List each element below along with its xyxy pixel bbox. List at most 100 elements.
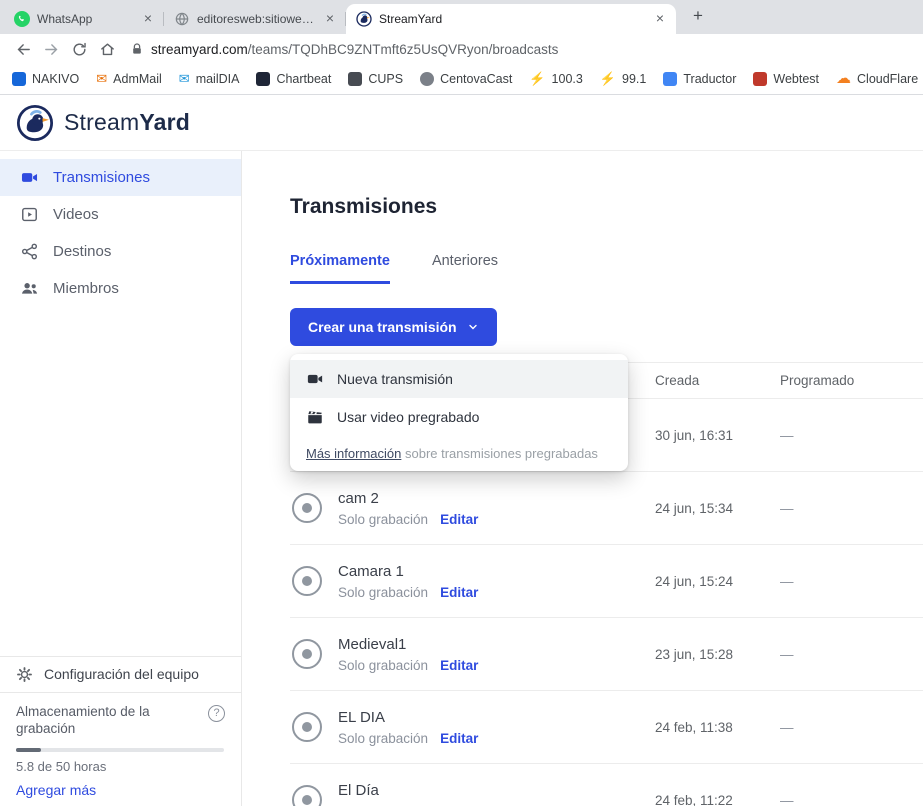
table-row[interactable]: Medieval1 Solo grabaciónEditar 23 jun, 1… (290, 617, 923, 690)
created-cell: 30 jun, 16:31 (655, 428, 780, 443)
broadcast-subtitle: Solo grabación (338, 512, 428, 527)
table-row[interactable]: Camara 1 Solo grabaciónEditar 24 jun, 15… (290, 544, 923, 617)
edit-link[interactable]: Editar (440, 512, 478, 527)
bookmark-maildia[interactable]: ✉mailDIA (179, 72, 240, 86)
edit-link[interactable]: Editar (440, 658, 478, 673)
bookmark-label: 99.1 (622, 72, 646, 86)
browser-tab-eldia[interactable]: editoresweb:sitioweb:eldia.co × (164, 4, 346, 34)
created-cell: 24 feb, 11:22 (655, 793, 780, 806)
record-icon (292, 785, 322, 806)
centovacast-icon (420, 72, 434, 86)
bookmark-centovacast[interactable]: CentovaCast (420, 72, 512, 86)
menu-item-label: Usar video pregrabado (337, 409, 479, 425)
tab-title: StreamYard (379, 12, 645, 26)
url-path: /teams/TQDhBC9ZNTmft6z5UsQVRyon/broadcas… (248, 42, 559, 57)
clapperboard-icon (306, 408, 324, 426)
lightning-icon: ⚡ (529, 72, 545, 86)
chevron-down-icon (467, 321, 479, 333)
browser-window: WhatsApp × editoresweb:sitioweb:eldia.co… (0, 0, 923, 806)
team-settings-button[interactable]: Configuración del equipo (0, 656, 241, 692)
menu-item-label: Nueva transmisión (337, 371, 453, 387)
sidebar-item-transmisiones[interactable]: Transmisiones (0, 159, 241, 196)
reload-icon[interactable] (66, 36, 92, 62)
broadcast-subtitle: Solo grabación (338, 585, 428, 600)
video-camera-icon (306, 370, 324, 388)
broadcast-title: El Día (338, 782, 478, 799)
table-row[interactable]: EL DIA Solo grabaciónEditar 24 feb, 11:3… (290, 690, 923, 763)
sidebar-item-miembros[interactable]: Miembros (0, 270, 241, 307)
storage-label: Almacenamiento de la grabación (16, 703, 184, 738)
webtest-icon (753, 72, 767, 86)
members-icon (20, 279, 39, 298)
menu-item-new-broadcast[interactable]: Nueva transmisión (290, 360, 628, 398)
bookmark-cups[interactable]: CUPS (348, 72, 403, 86)
bookmark-chartbeat[interactable]: Chartbeat (256, 72, 331, 86)
tab-proximamente[interactable]: Próximamente (290, 253, 390, 284)
forward-icon[interactable] (38, 36, 64, 62)
brand-wordmark: StreamYard (64, 109, 190, 136)
home-icon[interactable] (94, 36, 120, 62)
tab-anteriores[interactable]: Anteriores (432, 253, 498, 284)
tab-title: WhatsApp (37, 12, 133, 26)
bookmark-nakivo[interactable]: NAKIVO (12, 72, 79, 86)
close-icon[interactable]: × (140, 11, 156, 27)
help-icon[interactable]: ? (208, 705, 225, 722)
menu-info-rest: sobre transmisiones pregrabadas (401, 446, 598, 461)
sidebar-item-label: Videos (53, 206, 99, 223)
lock-icon (130, 42, 144, 56)
record-icon (292, 493, 322, 523)
close-icon[interactable]: × (652, 11, 668, 27)
bookmark-label: 100.3 (552, 72, 583, 86)
bookmark-traductor[interactable]: Traductor (663, 72, 736, 86)
sidebar-item-videos[interactable]: Videos (0, 196, 241, 233)
sidebar-footer: Configuración del equipo Almacenamiento … (0, 656, 241, 806)
create-broadcast-menu: Nueva transmisión Usar video pregrabado … (290, 354, 628, 471)
bookmark-label: NAKIVO (32, 72, 79, 86)
streamyard-logo-icon[interactable] (16, 104, 54, 142)
bookmark-label: CentovaCast (440, 72, 512, 86)
storage-progress-fill (16, 748, 41, 752)
column-header-created: Creada (655, 373, 780, 388)
bookmark-label: Traductor (683, 72, 736, 86)
create-broadcast-label: Crear una transmisión (308, 319, 457, 335)
sidebar: Transmisiones Videos Destinos Miembros C… (0, 151, 242, 806)
record-icon (292, 566, 322, 596)
new-tab-button[interactable]: + (685, 3, 711, 29)
table-row[interactable]: El Día Solo grabaciónEditar 24 feb, 11:2… (290, 763, 923, 806)
url-bar[interactable]: streamyard.com/teams/TQDhBC9ZNTmft6z5UsQ… (130, 42, 558, 57)
storage-usage: 5.8 de 50 horas (16, 759, 225, 774)
browser-tab-whatsapp[interactable]: WhatsApp × (4, 4, 164, 34)
sidebar-item-destinos[interactable]: Destinos (0, 233, 241, 270)
scheduled-cell: — (780, 428, 923, 443)
bookmark-99-1[interactable]: ⚡99.1 (600, 72, 647, 86)
back-icon[interactable] (10, 36, 36, 62)
bookmark-label: Webtest (773, 72, 819, 86)
video-camera-icon (20, 168, 39, 187)
edit-link[interactable]: Editar (440, 585, 478, 600)
video-library-icon (20, 205, 39, 224)
edit-link[interactable]: Editar (440, 731, 478, 746)
chartbeat-icon (256, 72, 270, 86)
bookmark-label: Chartbeat (276, 72, 331, 86)
bookmark-cloudflare[interactable]: ☁CloudFlare (836, 72, 918, 86)
add-more-link[interactable]: Agregar más (16, 782, 225, 798)
record-icon (292, 712, 322, 742)
close-icon[interactable]: × (322, 11, 338, 27)
bookmark-webtest[interactable]: Webtest (753, 72, 819, 86)
more-info-link[interactable]: Más información (306, 446, 401, 461)
bookmark-admmail[interactable]: ✉AdmMail (96, 72, 162, 86)
table-row[interactable]: cam 2 Solo grabaciónEditar 24 jun, 15:34… (290, 471, 923, 544)
page-title: Transmisiones (290, 195, 923, 219)
record-icon (292, 639, 322, 669)
bookmark-100-3[interactable]: ⚡ 100.3 (529, 72, 582, 86)
browser-tab-streamyard[interactable]: StreamYard × (346, 4, 676, 34)
created-cell: 23 jun, 15:28 (655, 647, 780, 662)
brand-stream: Stream (64, 109, 139, 135)
main-content: Transmisiones Próximamente Anteriores Cr… (242, 151, 923, 806)
menu-item-prerecorded-video[interactable]: Usar video pregrabado (290, 398, 628, 436)
scheduled-cell: — (780, 574, 923, 589)
storage-section: Almacenamiento de la grabación ? 5.8 de … (0, 692, 241, 806)
bookmark-label: mailDIA (196, 72, 240, 86)
scheduled-cell: — (780, 720, 923, 735)
create-broadcast-button[interactable]: Crear una transmisión (290, 308, 497, 346)
